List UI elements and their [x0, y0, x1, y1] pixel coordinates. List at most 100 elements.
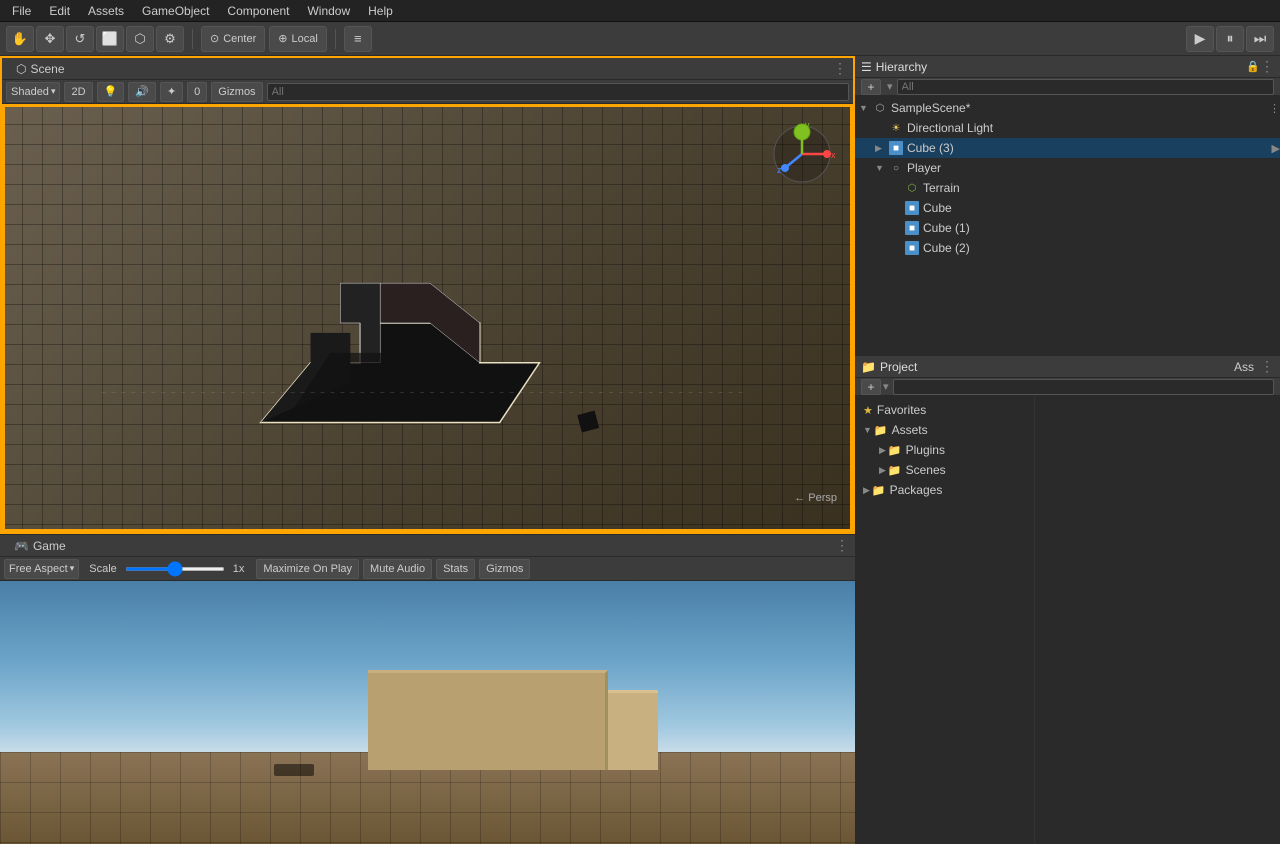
- cube3-label: Cube (3): [907, 141, 954, 155]
- scene-options[interactable]: ⋮: [1269, 102, 1280, 115]
- scale-value: 1x: [233, 563, 245, 575]
- layer-count-btn[interactable]: 0: [187, 82, 207, 102]
- project-label: Project: [880, 360, 917, 374]
- packages-label: Packages: [890, 483, 943, 497]
- hand-tool-btn[interactable]: ✋: [6, 26, 34, 52]
- project-title: 📁 Project: [861, 360, 1228, 374]
- menu-gameobject[interactable]: GameObject: [134, 2, 217, 20]
- svg-text:y: y: [805, 120, 810, 130]
- scene-tab[interactable]: ⬡ Scene: [8, 60, 73, 78]
- hierarchy-more[interactable]: ⋮: [1260, 58, 1274, 75]
- scene-search-input[interactable]: [272, 86, 844, 98]
- hierarchy-item-directional-light[interactable]: ☀ Directional Light: [855, 118, 1280, 138]
- menu-assets[interactable]: Assets: [80, 2, 132, 20]
- scene-expand-arrow: ▼: [859, 103, 871, 113]
- game-box-main: [368, 670, 608, 770]
- rect-tool-btn[interactable]: ⬡: [126, 26, 154, 52]
- project-icon: 📁: [861, 360, 876, 374]
- hierarchy-item-cube1[interactable]: ■ Cube (1): [855, 218, 1280, 238]
- hierarchy-item-player[interactable]: ▼ ○ Player: [855, 158, 1280, 178]
- hierarchy-item-terrain[interactable]: ⬡ Terrain: [855, 178, 1280, 198]
- project-search: + ▾: [855, 378, 1280, 396]
- project-tree: ★ Favorites ▼ 📁 Assets ▶ 📁 Plugins: [855, 396, 1035, 844]
- rotate-tool-btn[interactable]: ↺: [66, 26, 94, 52]
- mute-audio-btn[interactable]: Mute Audio: [363, 559, 432, 579]
- game-tab-label: Game: [33, 539, 66, 553]
- scene-gizmo: x y z: [767, 116, 837, 186]
- move-tool-btn[interactable]: ✥: [36, 26, 64, 52]
- game-tab[interactable]: 🎮 Game: [6, 537, 74, 555]
- step-btn[interactable]: ⏭: [1246, 26, 1274, 52]
- space-icon: ⊕: [278, 32, 287, 45]
- aspect-dropdown[interactable]: Free Aspect: [4, 559, 79, 579]
- extra-btn[interactable]: ≡: [344, 26, 372, 52]
- project-favorites[interactable]: ★ Favorites: [855, 400, 1034, 420]
- scene-gizmos-btn[interactable]: Gizmos: [211, 82, 262, 102]
- project-add-btn[interactable]: +: [861, 379, 881, 395]
- hierarchy-scene-root[interactable]: ▼ ⬡ SampleScene* ⋮: [855, 98, 1280, 118]
- menu-component[interactable]: Component: [219, 2, 297, 20]
- assets-tab[interactable]: Ass: [1228, 360, 1260, 374]
- project-main-area: [1035, 396, 1280, 844]
- pivot-icon: ⊙: [210, 32, 219, 45]
- game-header-more[interactable]: ⋮: [835, 537, 849, 554]
- scene-canvas[interactable]: x y z ← Persp: [2, 104, 853, 532]
- hierarchy-add-label: ▾: [887, 80, 893, 93]
- scene-toolbar: Shaded 2D 💡 🔊 ✦ 0 Gizmos: [2, 80, 853, 104]
- menu-file[interactable]: File: [4, 2, 39, 20]
- game-sky: [0, 581, 855, 844]
- hierarchy-item-cube[interactable]: ■ Cube: [855, 198, 1280, 218]
- pause-btn[interactable]: ⏸: [1216, 26, 1244, 52]
- hierarchy-add-btn[interactable]: +: [861, 79, 881, 95]
- star-icon: ★: [863, 404, 873, 417]
- maximize-on-play-btn[interactable]: Maximize On Play: [256, 559, 359, 579]
- directional-light-label: Directional Light: [907, 121, 993, 135]
- lighting-btn[interactable]: 💡: [97, 82, 125, 102]
- hierarchy-item-cube2[interactable]: ■ Cube (2): [855, 238, 1280, 258]
- project-scenes[interactable]: ▶ 📁 Scenes: [855, 460, 1034, 480]
- audio-btn[interactable]: 🔊: [128, 82, 156, 102]
- scale-tool-btn[interactable]: ⬜: [96, 26, 124, 52]
- 2d-btn[interactable]: 2D: [64, 82, 92, 102]
- transform-tool-group: ✋ ✥ ↺ ⬜ ⬡ ⚙: [6, 26, 184, 52]
- project-more[interactable]: ⋮: [1260, 358, 1274, 375]
- project-search-input[interactable]: [893, 379, 1274, 395]
- main-toolbar: ✋ ✥ ↺ ⬜ ⬡ ⚙ ⊙ Center ⊕ Local ≡ ▶ ⏸ ⏭: [0, 22, 1280, 56]
- play-btn[interactable]: ▶: [1186, 26, 1214, 52]
- fx-btn[interactable]: ✦: [160, 82, 183, 102]
- packages-folder-icon: 📁: [872, 484, 886, 497]
- transform-tool-btn[interactable]: ⚙: [156, 26, 184, 52]
- menu-window[interactable]: Window: [299, 2, 358, 20]
- menu-help[interactable]: Help: [360, 2, 401, 20]
- player-expand: ▼: [875, 163, 887, 173]
- hierarchy-item-cube3[interactable]: ▶ ■ Cube (3) ▶: [855, 138, 1280, 158]
- project-packages[interactable]: ▶ 📁 Packages: [855, 480, 1034, 500]
- scale-slider[interactable]: [125, 567, 225, 571]
- project-plugins[interactable]: ▶ 📁 Plugins: [855, 440, 1034, 460]
- game-canvas[interactable]: [0, 581, 855, 844]
- scene-root-icon: ⬡: [873, 101, 887, 115]
- hierarchy-label: Hierarchy: [876, 60, 927, 74]
- packages-expand-arrow: ▶: [863, 485, 870, 496]
- hierarchy-lock-icon[interactable]: 🔒: [1246, 60, 1260, 73]
- play-controls: ▶ ⏸ ⏭: [1186, 26, 1274, 52]
- hierarchy-icon: ☰: [861, 60, 872, 74]
- game-header: 🎮 Game ⋮: [0, 535, 855, 557]
- right-panel: ☰ Hierarchy 🔒 ⋮ + ▾ ▼ ⬡ SampleScene* ⋮: [855, 56, 1280, 844]
- pivot-center-btn[interactable]: ⊙ Center: [201, 26, 265, 52]
- svg-text:x: x: [831, 150, 836, 160]
- assets-folder-icon: 📁: [874, 424, 888, 437]
- left-panel: ⬡ Scene ⋮ Shaded 2D 💡 🔊 ✦ 0 Gizmos: [0, 56, 855, 844]
- scene-header-more[interactable]: ⋮: [833, 60, 847, 77]
- shading-dropdown[interactable]: Shaded: [6, 82, 60, 102]
- cube3-expand-btn[interactable]: ▶: [1272, 142, 1280, 155]
- hierarchy-panel: ☰ Hierarchy 🔒 ⋮ + ▾ ▼ ⬡ SampleScene* ⋮: [855, 56, 1280, 356]
- hierarchy-title: ☰ Hierarchy: [861, 60, 1242, 74]
- hierarchy-search-input[interactable]: [897, 79, 1274, 95]
- menu-edit[interactable]: Edit: [41, 2, 78, 20]
- scenes-expand-arrow: ▶: [879, 465, 886, 476]
- space-local-btn[interactable]: ⊕ Local: [269, 26, 327, 52]
- game-gizmos-btn[interactable]: Gizmos: [479, 559, 530, 579]
- project-assets-root[interactable]: ▼ 📁 Assets: [855, 420, 1034, 440]
- stats-btn[interactable]: Stats: [436, 559, 475, 579]
